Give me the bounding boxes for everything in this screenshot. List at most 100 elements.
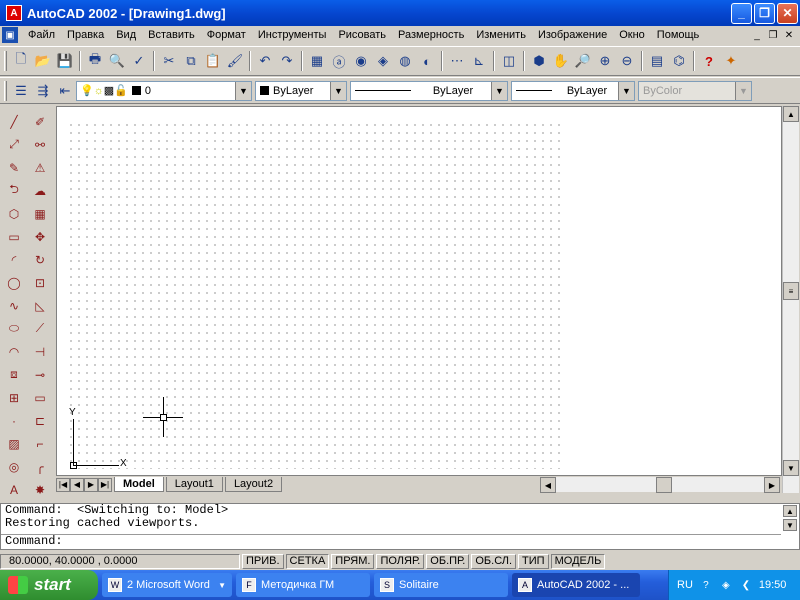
model-toggle[interactable]: МОДЕЛЬ [550, 553, 606, 569]
menu-format[interactable]: Формат [201, 29, 252, 41]
last-tab-button[interactable]: ▶| [98, 477, 112, 492]
properties-icon[interactable]: ▤ [646, 50, 668, 72]
chevron-down-icon[interactable]: ▼ [618, 81, 634, 100]
circle-icon[interactable]: ◯ [3, 271, 25, 294]
hyperlink-icon[interactable]: ▦ [306, 50, 328, 72]
open-icon[interactable]: 📂 [32, 50, 54, 72]
spline-icon[interactable]: ∿ [3, 294, 25, 317]
start-button[interactable]: start [0, 570, 98, 600]
layer-previous-icon[interactable]: ⇤ [54, 80, 76, 102]
today-icon[interactable]: ⓐ [328, 50, 350, 72]
erase-icon[interactable]: ✐ [29, 110, 51, 133]
design-center-icon[interactable]: ⌬ [668, 50, 690, 72]
next-tab-button[interactable]: ▶ [84, 477, 98, 492]
tab-layout2[interactable]: Layout2 [224, 477, 283, 492]
undo-icon[interactable]: ↶ [254, 50, 276, 72]
doc-restore-button[interactable]: ❐ [766, 28, 780, 42]
task-folder[interactable]: F Методичка ГМ [236, 573, 370, 597]
command-prompt[interactable]: Command: [1, 535, 63, 548]
doc-close-button[interactable]: ✕ [782, 28, 796, 42]
cmd-scroll-down-button[interactable]: ▼ [783, 519, 797, 531]
task-autocad[interactable]: A AutoCAD 2002 - ... [512, 573, 640, 597]
lwt-toggle[interactable]: ТИП [518, 553, 549, 569]
cmd-scroll-up-button[interactable]: ▲ [783, 505, 797, 517]
construction-line-icon[interactable]: ⤢ [3, 133, 25, 156]
pan-icon[interactable]: ✋ [550, 50, 572, 72]
linetype-dropdown[interactable]: ByLayer ▼ [350, 80, 508, 101]
menu-file[interactable]: Файл [22, 29, 61, 41]
array-icon[interactable]: ▦ [29, 202, 51, 225]
multiline-icon[interactable]: ⮌ [3, 179, 25, 202]
rotate-icon[interactable]: ↻ [29, 248, 51, 271]
copy-icon[interactable]: ⧉ [180, 50, 202, 72]
rectangle-icon[interactable]: ▭ [3, 225, 25, 248]
minimize-button[interactable]: _ [731, 2, 752, 24]
trim-icon[interactable]: ⊣ [29, 340, 51, 363]
break-icon[interactable]: ▭ [29, 386, 51, 409]
browse-icon[interactable]: ◐ [416, 50, 438, 72]
grid-toggle[interactable]: СЕТКА [285, 553, 330, 569]
first-tab-button[interactable]: |◀ [56, 477, 70, 492]
title-bar[interactable]: A AutoCAD 2002 - [Drawing1.dwg] _ ❐ ✕ [0, 0, 800, 26]
cut-icon[interactable]: ✂ [158, 50, 180, 72]
network-icon[interactable]: ◈ [719, 578, 733, 592]
drawing-canvas[interactable]: Y X [56, 106, 782, 476]
horizontal-scrollbar[interactable]: ◀ ▶ [540, 477, 780, 493]
chevron-left-icon[interactable]: ❮ [739, 578, 753, 592]
scroll-thumb[interactable]: ≡ [783, 282, 799, 300]
task-word[interactable]: W 2 Microsoft Word ▼ [102, 573, 232, 597]
spell-check-icon[interactable]: ✓ [128, 50, 150, 72]
help-icon[interactable]: ? [698, 50, 720, 72]
lineweight-dropdown[interactable]: ByLayer ▼ [511, 80, 635, 101]
scale-icon[interactable]: ⊡ [29, 271, 51, 294]
chevron-down-icon[interactable]: ▼ [235, 81, 251, 100]
tab-model[interactable]: Model [114, 477, 164, 492]
print-icon[interactable]: 🖶 [84, 50, 106, 72]
layer-dropdown[interactable]: 💡 ☼ ▩ 🔓 0 ▼ [76, 80, 252, 101]
menu-view[interactable]: Вид [110, 29, 142, 41]
chevron-down-icon[interactable]: ▼ [330, 81, 346, 100]
web-icon[interactable]: ◍ [394, 50, 416, 72]
snap-toggle[interactable]: ПРИВ. [242, 553, 284, 569]
menu-draw[interactable]: Рисовать [332, 29, 392, 41]
publish-icon[interactable]: ◈ [372, 50, 394, 72]
match-properties-icon[interactable]: 🖌 [224, 50, 246, 72]
globe-icon[interactable]: ◉ [350, 50, 372, 72]
fillet-icon[interactable]: ╭ [29, 455, 51, 478]
ortho-toggle[interactable]: ПРЯМ. [331, 553, 375, 569]
scroll-right-button[interactable]: ▶ [764, 477, 780, 493]
menu-window[interactable]: Окно [613, 29, 651, 41]
document-icon[interactable]: ▣ [2, 27, 18, 43]
layer-manager-icon[interactable]: ☰ [10, 80, 32, 102]
print-preview-icon[interactable]: 🔍 [106, 50, 128, 72]
help-icon[interactable]: ? [699, 578, 713, 592]
prev-tab-button[interactable]: ◀ [70, 477, 84, 492]
distance-icon[interactable]: ⋯ [446, 50, 468, 72]
clock[interactable]: 19:50 [759, 579, 787, 591]
express-icon[interactable]: ✦ [720, 50, 742, 72]
3d-orbit-icon[interactable]: ⬢ [528, 50, 550, 72]
menu-insert[interactable]: Вставить [142, 29, 201, 41]
color-dropdown[interactable]: ByLayer ▼ [255, 80, 347, 101]
close-button[interactable]: ✕ [777, 2, 798, 24]
save-icon[interactable]: 💾 [54, 50, 76, 72]
lengthen-icon[interactable]: ⟋ [29, 317, 51, 340]
menu-edit[interactable]: Правка [61, 29, 110, 41]
scroll-left-button[interactable]: ◀ [540, 477, 556, 493]
language-indicator[interactable]: RU [677, 579, 693, 591]
polar-toggle[interactable]: ПОЛЯР. [376, 553, 425, 569]
redo-icon[interactable]: ↷ [276, 50, 298, 72]
explode-icon[interactable]: ✸ [29, 478, 51, 501]
scroll-down-button[interactable]: ▼ [783, 460, 799, 476]
zoom-window-icon[interactable]: ⊕ [594, 50, 616, 72]
otrack-toggle[interactable]: ОБ.СЛ. [471, 553, 517, 569]
new-icon[interactable]: 🗋 [10, 50, 32, 72]
hatch-icon[interactable]: ▨ [3, 432, 25, 455]
hscroll-thumb[interactable] [656, 477, 672, 493]
break-at-point-icon[interactable]: ⊏ [29, 409, 51, 432]
paste-icon[interactable]: 📋 [202, 50, 224, 72]
menu-dimension[interactable]: Размерность [392, 29, 470, 41]
task-solitaire[interactable]: S Solitaire [374, 573, 508, 597]
arc-icon[interactable]: ◜ [3, 248, 25, 271]
copy-object-icon[interactable]: ⚯ [29, 133, 51, 156]
